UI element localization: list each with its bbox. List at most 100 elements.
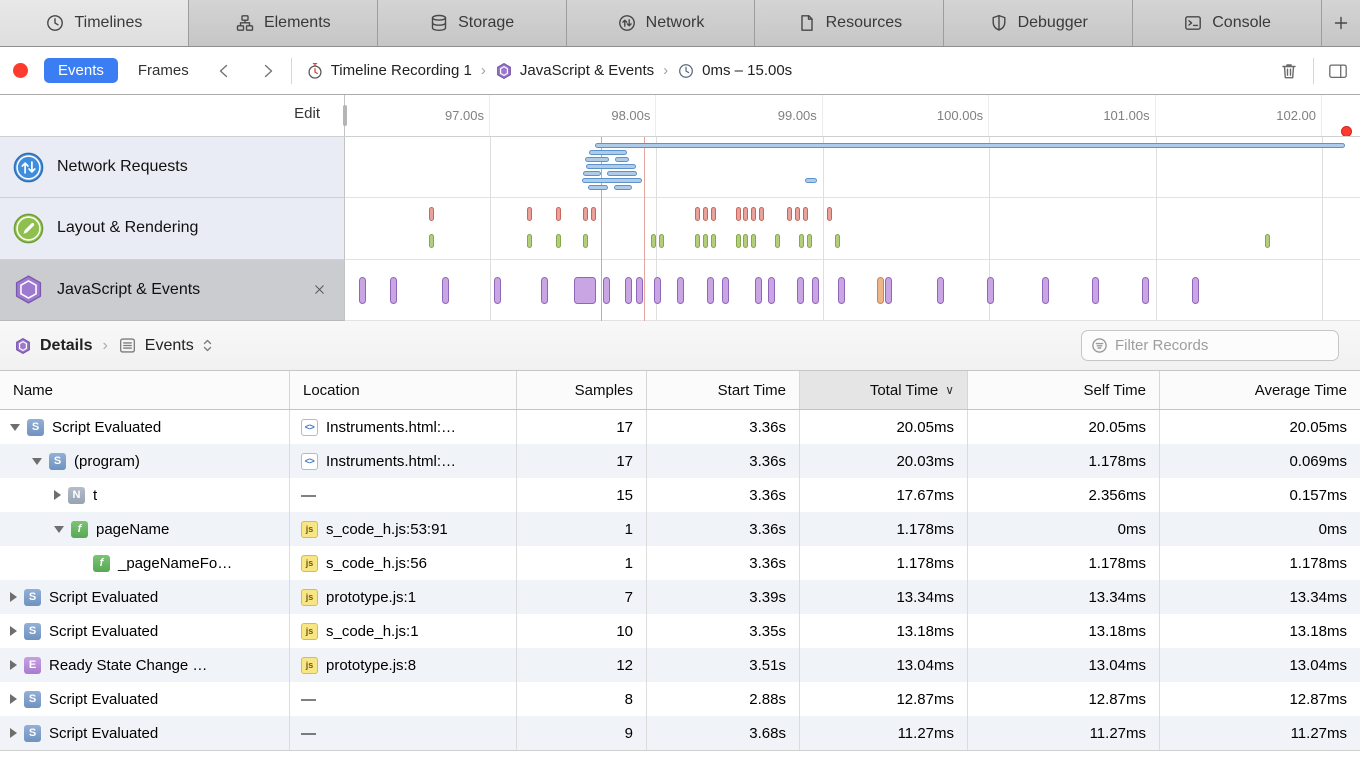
breadcrumb-item-0ms-15-00s[interactable]: 0ms – 15.00s: [677, 62, 792, 80]
track-javascript-events[interactable]: JavaScript & Events: [0, 260, 1360, 321]
table-row[interactable]: SScript Evaluated<>Instruments.html:…173…: [0, 410, 1360, 444]
location-cell: <> Instruments.html:…: [290, 410, 517, 444]
ruler-tick-label: 99.00s: [747, 108, 817, 123]
column-header-start-time[interactable]: Start Time: [647, 371, 800, 409]
table-row[interactable]: SScript Evaluatedjsprototype.js:173.39s1…: [0, 580, 1360, 614]
column-header-name[interactable]: Name: [0, 371, 290, 409]
track-network-requests[interactable]: Network Requests: [0, 137, 1360, 198]
clock-outline-icon: [677, 62, 695, 80]
column-header-samples[interactable]: Samples: [517, 371, 647, 409]
disclosure-triangle-icon[interactable]: [10, 694, 17, 704]
table-row[interactable]: S(program)<>Instruments.html:…173.36s20.…: [0, 444, 1360, 478]
tab-label: Resources: [826, 14, 902, 32]
badge-f-icon: f: [93, 555, 110, 572]
samples-cell: 10: [517, 614, 647, 648]
script-event-bar: [1092, 277, 1099, 304]
js-track-icon: [13, 274, 44, 305]
event-name: Script Evaluated: [49, 691, 158, 708]
layout-mark: [703, 207, 708, 221]
total-time-cell: 17.67ms: [800, 478, 968, 512]
script-event-bar: [707, 277, 714, 304]
track-layout-rendering[interactable]: Layout & Rendering: [0, 198, 1360, 259]
total-time-cell: 13.34ms: [800, 580, 968, 614]
ruler-tick: [489, 95, 490, 136]
table-row[interactable]: SScript Evaluated—82.88s12.87ms12.87ms12…: [0, 682, 1360, 716]
sidebar-toggle-icon[interactable]: [1328, 61, 1348, 81]
samples-cell: 8: [517, 682, 647, 716]
disclosure-triangle-icon[interactable]: [54, 526, 64, 533]
location-text: s_code_h.js:1: [326, 623, 419, 640]
column-header-label: Average Time: [1255, 382, 1347, 399]
tab-resources[interactable]: Resources: [755, 0, 944, 46]
filter-records-field[interactable]: [1081, 330, 1339, 361]
column-header-total-time[interactable]: Total Time∨: [800, 371, 968, 409]
frames-toggle[interactable]: Frames: [138, 62, 189, 79]
column-header-self-time[interactable]: Self Time: [968, 371, 1160, 409]
paint-mark: [703, 234, 708, 248]
back-button[interactable]: [215, 62, 233, 80]
tab-timelines[interactable]: Timelines: [0, 0, 189, 46]
trash-icon[interactable]: [1279, 61, 1299, 81]
disclosure-triangle-icon[interactable]: [10, 728, 17, 738]
table-row[interactable]: SScript Evaluatedjss_code_h.js:1103.35s1…: [0, 614, 1360, 648]
disclosure-triangle-icon[interactable]: [10, 660, 17, 670]
name-cell: SScript Evaluated: [0, 580, 290, 614]
forward-button[interactable]: [259, 62, 277, 80]
disclosure-triangle-icon[interactable]: [10, 626, 17, 636]
badge-s-icon: S: [24, 725, 41, 742]
view-chooser-icon[interactable]: [201, 336, 214, 355]
network-request-bar: [585, 157, 609, 162]
script-event-bar: [755, 277, 762, 304]
breadcrumb-item-javascript-events[interactable]: JavaScript & Events: [495, 62, 654, 80]
layout-mark: [736, 207, 741, 221]
disclosure-triangle-icon[interactable]: [54, 490, 61, 500]
layout-mark: [556, 207, 561, 221]
script-event-bar: [677, 277, 684, 304]
table-row[interactable]: Nt—153.36s17.67ms2.356ms0.157ms: [0, 478, 1360, 512]
layout-mark: [527, 207, 532, 221]
column-header-location[interactable]: Location: [290, 371, 517, 409]
tab-bar: TimelinesElementsStorageNetwork Resources…: [0, 0, 1360, 47]
events-view-selector[interactable]: Events: [145, 337, 194, 355]
breadcrumb: Timeline Recording 1›JavaScript & Events…: [306, 62, 792, 80]
ruler-scale[interactable]: 97.00s98.00s99.00s100.00s101.00s102.00: [345, 95, 1360, 136]
disclosure-triangle-icon[interactable]: [10, 592, 17, 602]
column-resize-handle[interactable]: [343, 105, 347, 126]
table-row[interactable]: SScript Evaluated—93.68s11.27ms11.27ms11…: [0, 716, 1360, 750]
edit-button[interactable]: Edit: [294, 105, 320, 122]
disclosure-triangle-icon[interactable]: [10, 424, 20, 431]
sort-indicator-icon: ∨: [945, 383, 954, 397]
events-toggle[interactable]: Events: [44, 58, 118, 83]
location-text: —: [301, 691, 316, 708]
total-time-cell: 13.04ms: [800, 648, 968, 682]
tab-storage[interactable]: Storage: [378, 0, 567, 46]
table-row[interactable]: fpageNamejss_code_h.js:53:9113.36s1.178m…: [0, 512, 1360, 546]
add-tab-button[interactable]: [1322, 0, 1360, 46]
table-row[interactable]: f_pageNameFo…jss_code_h.js:5613.36s1.178…: [0, 546, 1360, 580]
breadcrumb-item-timeline-recording-1[interactable]: Timeline Recording 1: [306, 62, 472, 80]
event-name: (program): [74, 453, 140, 470]
details-breadcrumb[interactable]: Details: [40, 337, 92, 355]
location-text: Instruments.html:…: [326, 419, 456, 436]
html-file-icon: <>: [301, 419, 318, 436]
script-event-bar: [574, 277, 596, 304]
samples-cell: 15: [517, 478, 647, 512]
track-graph: [345, 198, 1360, 259]
filter-records-input[interactable]: [1115, 337, 1329, 354]
tab-debugger[interactable]: Debugger: [944, 0, 1133, 46]
tab-console[interactable]: Console: [1133, 0, 1322, 46]
record-button[interactable]: [13, 63, 28, 78]
ruler-tick-label: 97.00s: [414, 108, 484, 123]
table-row[interactable]: EReady State Change …jsprototype.js:8123…: [0, 648, 1360, 682]
paint-mark: [556, 234, 561, 248]
html-file-icon: <>: [301, 453, 318, 470]
tab-elements[interactable]: Elements: [189, 0, 378, 46]
paint-mark: [527, 234, 532, 248]
column-header-average-time[interactable]: Average Time: [1160, 371, 1360, 409]
track-graph: [345, 137, 1360, 198]
tab-network[interactable]: Network: [567, 0, 756, 46]
disclosure-triangle-icon[interactable]: [32, 458, 42, 465]
close-track-icon[interactable]: [312, 282, 344, 297]
event-name: Ready State Change …: [49, 657, 207, 674]
average-time-cell: 13.18ms: [1160, 614, 1360, 648]
